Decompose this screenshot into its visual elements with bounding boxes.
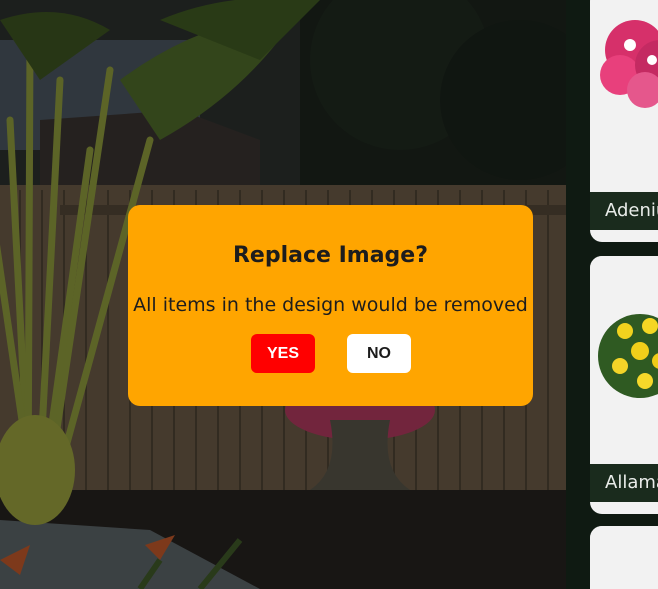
adenium-thumbnail bbox=[590, 0, 658, 190]
dialog-title: Replace Image? bbox=[232, 243, 428, 268]
dialog-message: All items in the design would be removed bbox=[133, 294, 528, 316]
plant-card-label: Allamanda bbox=[590, 464, 658, 502]
allamanda-thumbnail bbox=[590, 256, 658, 464]
plant-panel[interactable]: Adenium Allamanda bbox=[566, 0, 658, 589]
plant-card-label: Adenium bbox=[590, 192, 658, 230]
no-button[interactable]: NO bbox=[347, 334, 411, 373]
plant-thumbnail bbox=[590, 526, 658, 589]
plant-card-next[interactable] bbox=[590, 526, 658, 589]
plant-card-allamanda[interactable]: Allamanda bbox=[590, 256, 658, 514]
replace-image-dialog: Replace Image? All items in the design w… bbox=[128, 205, 533, 406]
yes-button[interactable]: YES bbox=[251, 334, 315, 373]
plant-card-adenium[interactable]: Adenium bbox=[590, 0, 658, 242]
